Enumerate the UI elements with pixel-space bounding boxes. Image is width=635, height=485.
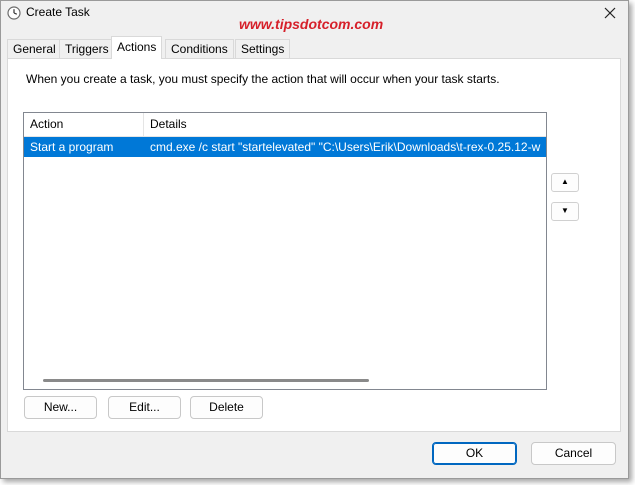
tab-conditions[interactable]: Conditions — [165, 39, 234, 58]
arrow-down-icon: ▼ — [561, 206, 569, 215]
column-header-details[interactable]: Details — [144, 113, 546, 136]
tab-general[interactable]: General — [7, 39, 62, 58]
edit-button[interactable]: Edit... — [108, 396, 181, 419]
delete-button[interactable]: Delete — [190, 396, 263, 419]
clock-icon — [7, 6, 21, 20]
row-details-cell: cmd.exe /c start "startelevated" "C:\Use… — [150, 140, 541, 154]
move-up-button[interactable]: ▲ — [551, 173, 579, 192]
watermark-text: www.tipsdotcom.com — [239, 16, 384, 32]
table-row[interactable]: Start a program cmd.exe /c start "starte… — [24, 137, 546, 157]
column-header-action[interactable]: Action — [24, 113, 144, 136]
row-action-cell: Start a program — [30, 140, 114, 154]
tab-actions[interactable]: Actions — [111, 36, 163, 59]
window-title: Create Task — [26, 5, 90, 19]
tab-settings[interactable]: Settings — [235, 39, 291, 58]
ok-button[interactable]: OK — [432, 442, 517, 465]
actions-description: When you create a task, you must specify… — [26, 72, 500, 86]
close-icon[interactable] — [599, 4, 621, 22]
horizontal-scrollbar[interactable] — [25, 371, 545, 388]
arrow-up-icon: ▲ — [561, 177, 569, 186]
actions-panel: When you create a task, you must specify… — [7, 58, 621, 432]
new-button[interactable]: New... — [24, 396, 97, 419]
create-task-window: Create Task www.tipsdotcom.com General T… — [0, 0, 629, 479]
actions-list[interactable]: Action Details Start a program cmd.exe /… — [23, 112, 547, 390]
tab-triggers[interactable]: Triggers — [59, 39, 115, 58]
cancel-button[interactable]: Cancel — [531, 442, 616, 465]
move-down-button[interactable]: ▼ — [551, 202, 579, 221]
list-header: Action Details — [24, 113, 546, 137]
scrollbar-thumb[interactable] — [43, 379, 369, 382]
